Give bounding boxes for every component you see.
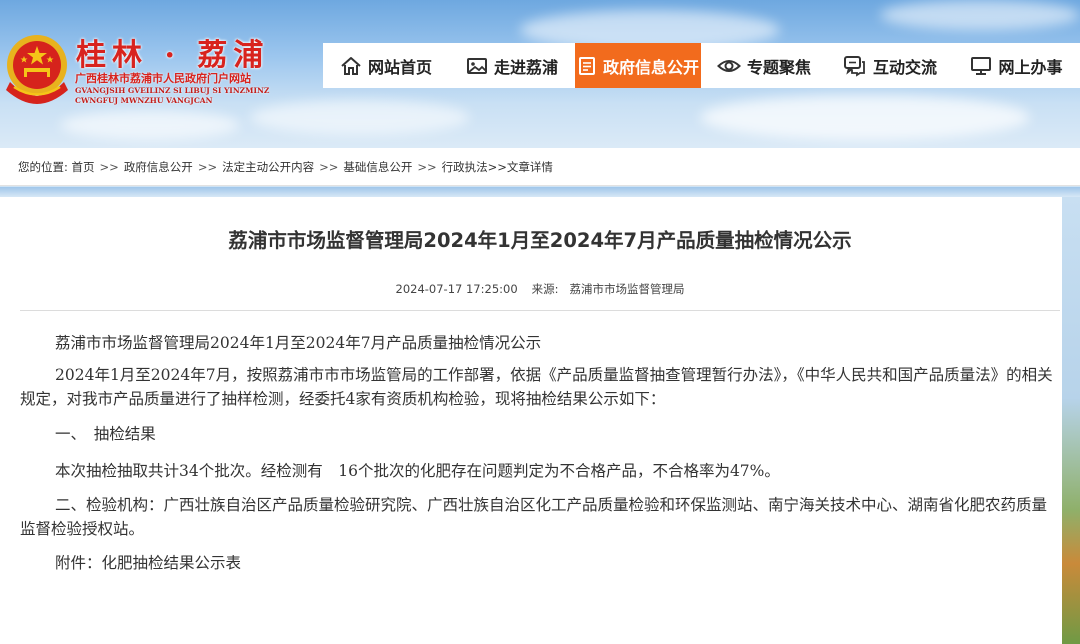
breadcrumb-separator: >> [99, 160, 119, 174]
nav-item-label: 走进荔浦 [493, 57, 558, 77]
home-icon [341, 56, 361, 75]
decorative-strip [0, 187, 1080, 197]
nav-item-online-service[interactable]: 网上办事 [953, 43, 1080, 88]
breadcrumb-link-statutory[interactable]: 法定主动公开内容 [222, 160, 314, 174]
nav-item-topics[interactable]: 专题聚焦 [701, 43, 827, 88]
attachment-link[interactable]: 附件：化肥抽检结果公示表 [20, 548, 1062, 579]
nav-item-label: 政府信息公开 [602, 57, 699, 77]
nav-item-label: 专题聚焦 [746, 57, 811, 77]
nav-item-interaction[interactable]: 互动交流 [827, 43, 953, 88]
article-date: 2024-07-17 17:25:00 [395, 282, 518, 296]
breadcrumb-separator: >> [197, 160, 218, 174]
nav-item-gov-info[interactable]: 政府信息公开 [575, 43, 701, 88]
article-paragraph: 荔浦市市场监督管理局2024年1月至2024年7月产品质量抽检情况公示 [55, 334, 542, 352]
article-title: 荔浦市市场监督管理局2024年1月至2024年7月产品质量抽检情况公示 [228, 229, 852, 252]
article-paragraph: 二、检验机构：广西壮族自治区产品质量检验研究院、广西壮族自治区化工产品质量检验和… [20, 496, 1048, 538]
nav-item-about[interactable]: 走进荔浦 [449, 43, 575, 88]
article-paragraph: 本次抽检抽取共计34个批次。经检测有 16个批次的化肥存在问题判定为不合格产品，… [55, 462, 780, 480]
site-name: 桂林 · 荔浦 [76, 38, 270, 73]
breadcrumb-link-enforcement[interactable]: 行政执法>>文章详情 [442, 160, 553, 174]
nav-item-label: 网上办事 [998, 57, 1063, 77]
eye-icon [717, 59, 741, 72]
site-zhuang-subtitle: GVANGJSIH GVEILINZ SI LIBUJ SI YINZMINZ … [75, 86, 270, 105]
chat-icon [843, 55, 865, 77]
breadcrumb-link-home[interactable]: 首页 [72, 160, 95, 174]
article-source: 荔浦市市场监督管理局 [569, 282, 685, 296]
picture-icon [466, 57, 487, 74]
side-decoration [1062, 197, 1080, 644]
breadcrumb-prefix: 您的位置: [18, 160, 68, 174]
article-source-label: 来源: [531, 282, 559, 296]
document-icon [578, 56, 595, 75]
divider [20, 310, 1060, 311]
nav-item-label: 互动交流 [872, 57, 937, 77]
article-meta: 2024-07-17 17:25:00 来源: 荔浦市市场监督管理局 [0, 281, 1080, 297]
article-paragraph: 2024年1月至2024年7月，按照荔浦市市市场监管局的工作部署，依据《产品质量… [20, 366, 1053, 408]
monitor-icon [971, 56, 992, 75]
main-nav: 网站首页 走进荔浦 政府信息公开 专题聚焦 互动交流 网上办事 [323, 43, 1080, 88]
site-subtitle: 广西桂林市荔浦市人民政府门户网站 [75, 72, 251, 85]
nav-item-home[interactable]: 网站首页 [323, 43, 449, 88]
article-paragraph: 一、 抽检结果 [55, 425, 156, 443]
breadcrumb-separator: >> [319, 160, 339, 174]
breadcrumb-link-gov-info[interactable]: 政府信息公开 [124, 160, 193, 174]
breadcrumb-link-basic-info[interactable]: 基础信息公开 [343, 160, 412, 174]
nav-item-label: 网站首页 [367, 57, 432, 77]
breadcrumb: 您的位置: 首页 >> 政府信息公开 >> 法定主动公开内容 >> 基础信息公开 >> 行政执法… [0, 148, 1080, 186]
site-header: 桂林 · 荔浦 广西桂林市荔浦市人民政府门户网站 GVANGJSIH GVEIL… [0, 0, 1080, 148]
breadcrumb-separator: >> [417, 160, 437, 174]
national-emblem-icon [6, 35, 68, 104]
article-body: 荔浦市市场监督管理局2024年1月至2024年7月产品质量抽检情况公示 2024… [20, 328, 1062, 579]
